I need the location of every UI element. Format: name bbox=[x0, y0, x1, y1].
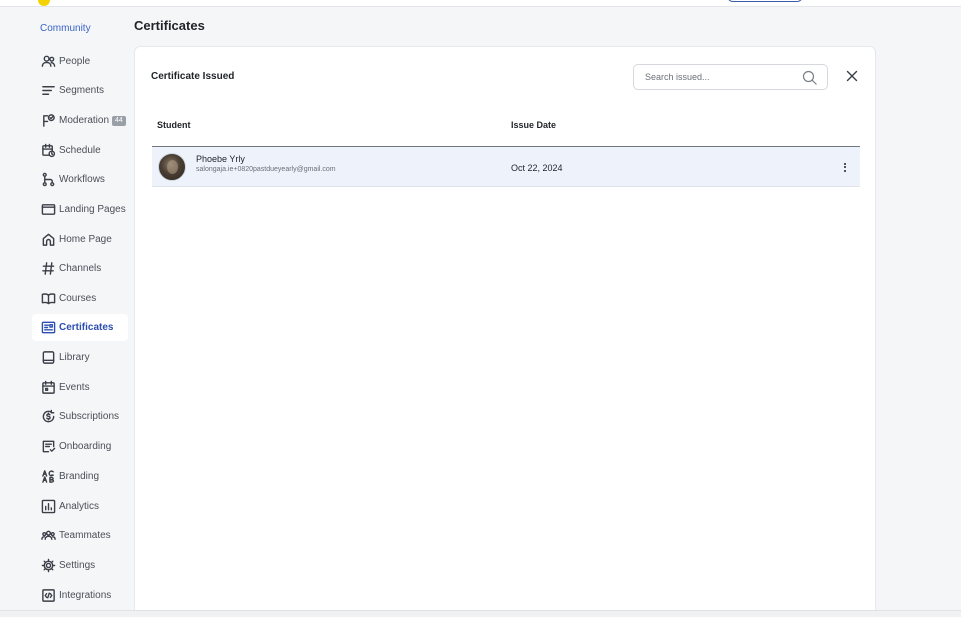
search-icon[interactable] bbox=[802, 70, 818, 86]
column-header-student: Student bbox=[157, 120, 191, 130]
sidebar-item-moderation[interactable]: Moderation 44 bbox=[32, 107, 128, 134]
sidebar-item-landing-pages[interactable]: Landing Pages bbox=[32, 196, 128, 223]
schedule-icon bbox=[40, 143, 56, 159]
teammates-icon bbox=[40, 528, 56, 544]
sidebar-item-events[interactable]: Events bbox=[32, 374, 128, 401]
sidebar-item-schedule[interactable]: Schedule bbox=[32, 137, 128, 164]
analytics-icon bbox=[40, 499, 56, 515]
sidebar-item-library[interactable]: Library bbox=[32, 344, 128, 371]
sidebar-item-teammates[interactable]: Teammates bbox=[32, 522, 128, 549]
subscriptions-icon bbox=[40, 409, 56, 425]
sidebar-item-onboarding[interactable]: Onboarding bbox=[32, 433, 128, 460]
close-icon[interactable] bbox=[843, 67, 861, 85]
sidebar-item-channels[interactable]: Channels bbox=[32, 255, 128, 282]
sidebar-item-integrations[interactable]: Integrations bbox=[32, 582, 128, 609]
landing-pages-icon bbox=[40, 202, 56, 218]
branding-icon bbox=[40, 469, 56, 485]
certificates-issued-panel: Certificate Issued Student Issue Date Ph… bbox=[134, 46, 876, 617]
issue-date: Oct 22, 2024 bbox=[511, 163, 563, 173]
sidebar-item-home-page[interactable]: Home Page bbox=[32, 226, 128, 253]
sidebar-item-certificates[interactable]: Certificates bbox=[32, 314, 128, 341]
bottom-bar bbox=[0, 610, 961, 617]
sidebar-community-link[interactable]: Community bbox=[40, 23, 91, 34]
student-name: Phoebe Yrly bbox=[196, 154, 245, 164]
calendar-icon bbox=[40, 380, 56, 396]
top-action-button[interactable] bbox=[727, 0, 803, 2]
people-icon bbox=[40, 54, 56, 70]
search-box bbox=[633, 64, 828, 90]
sidebar-item-settings[interactable]: Settings bbox=[32, 552, 128, 579]
top-bar bbox=[0, 0, 961, 7]
certificate-icon bbox=[40, 320, 56, 336]
sidebar-item-analytics[interactable]: Analytics bbox=[32, 493, 128, 520]
hash-icon bbox=[40, 261, 56, 277]
gear-icon bbox=[40, 558, 56, 574]
sidebar-item-segments[interactable]: Segments bbox=[32, 77, 128, 104]
sidebar-item-workflows[interactable]: Workflows bbox=[32, 166, 128, 193]
search-input[interactable] bbox=[645, 72, 795, 82]
sidebar-item-branding[interactable]: Branding bbox=[32, 463, 128, 490]
avatar bbox=[158, 153, 186, 181]
sidebar-item-people[interactable]: People bbox=[32, 48, 128, 75]
panel-title: Certificate Issued bbox=[151, 71, 235, 82]
student-email: salongaja.ie+0820pastdueyearly@gmail.com bbox=[196, 166, 336, 173]
sidebar-item-subscriptions[interactable]: Subscriptions bbox=[32, 403, 128, 430]
column-header-issue-date: Issue Date bbox=[511, 120, 557, 130]
page-title: Certificates bbox=[134, 18, 205, 33]
more-options-icon[interactable] bbox=[840, 159, 850, 175]
segments-icon bbox=[40, 83, 56, 99]
table-row[interactable]: Phoebe Yrly salongaja.ie+0820pastdueyear… bbox=[152, 147, 860, 187]
sidebar-item-courses[interactable]: Courses bbox=[32, 285, 128, 312]
logo[interactable] bbox=[38, 0, 50, 6]
home-icon bbox=[40, 232, 56, 248]
moderation-count-badge: 44 bbox=[112, 115, 126, 126]
book-icon bbox=[40, 291, 56, 307]
moderation-icon bbox=[40, 113, 56, 129]
integrations-icon bbox=[40, 588, 56, 604]
workflows-icon bbox=[40, 172, 56, 188]
onboarding-icon bbox=[40, 439, 56, 455]
sidebar: Community People Segments Moderation 44 … bbox=[0, 7, 130, 610]
library-icon bbox=[40, 350, 56, 366]
